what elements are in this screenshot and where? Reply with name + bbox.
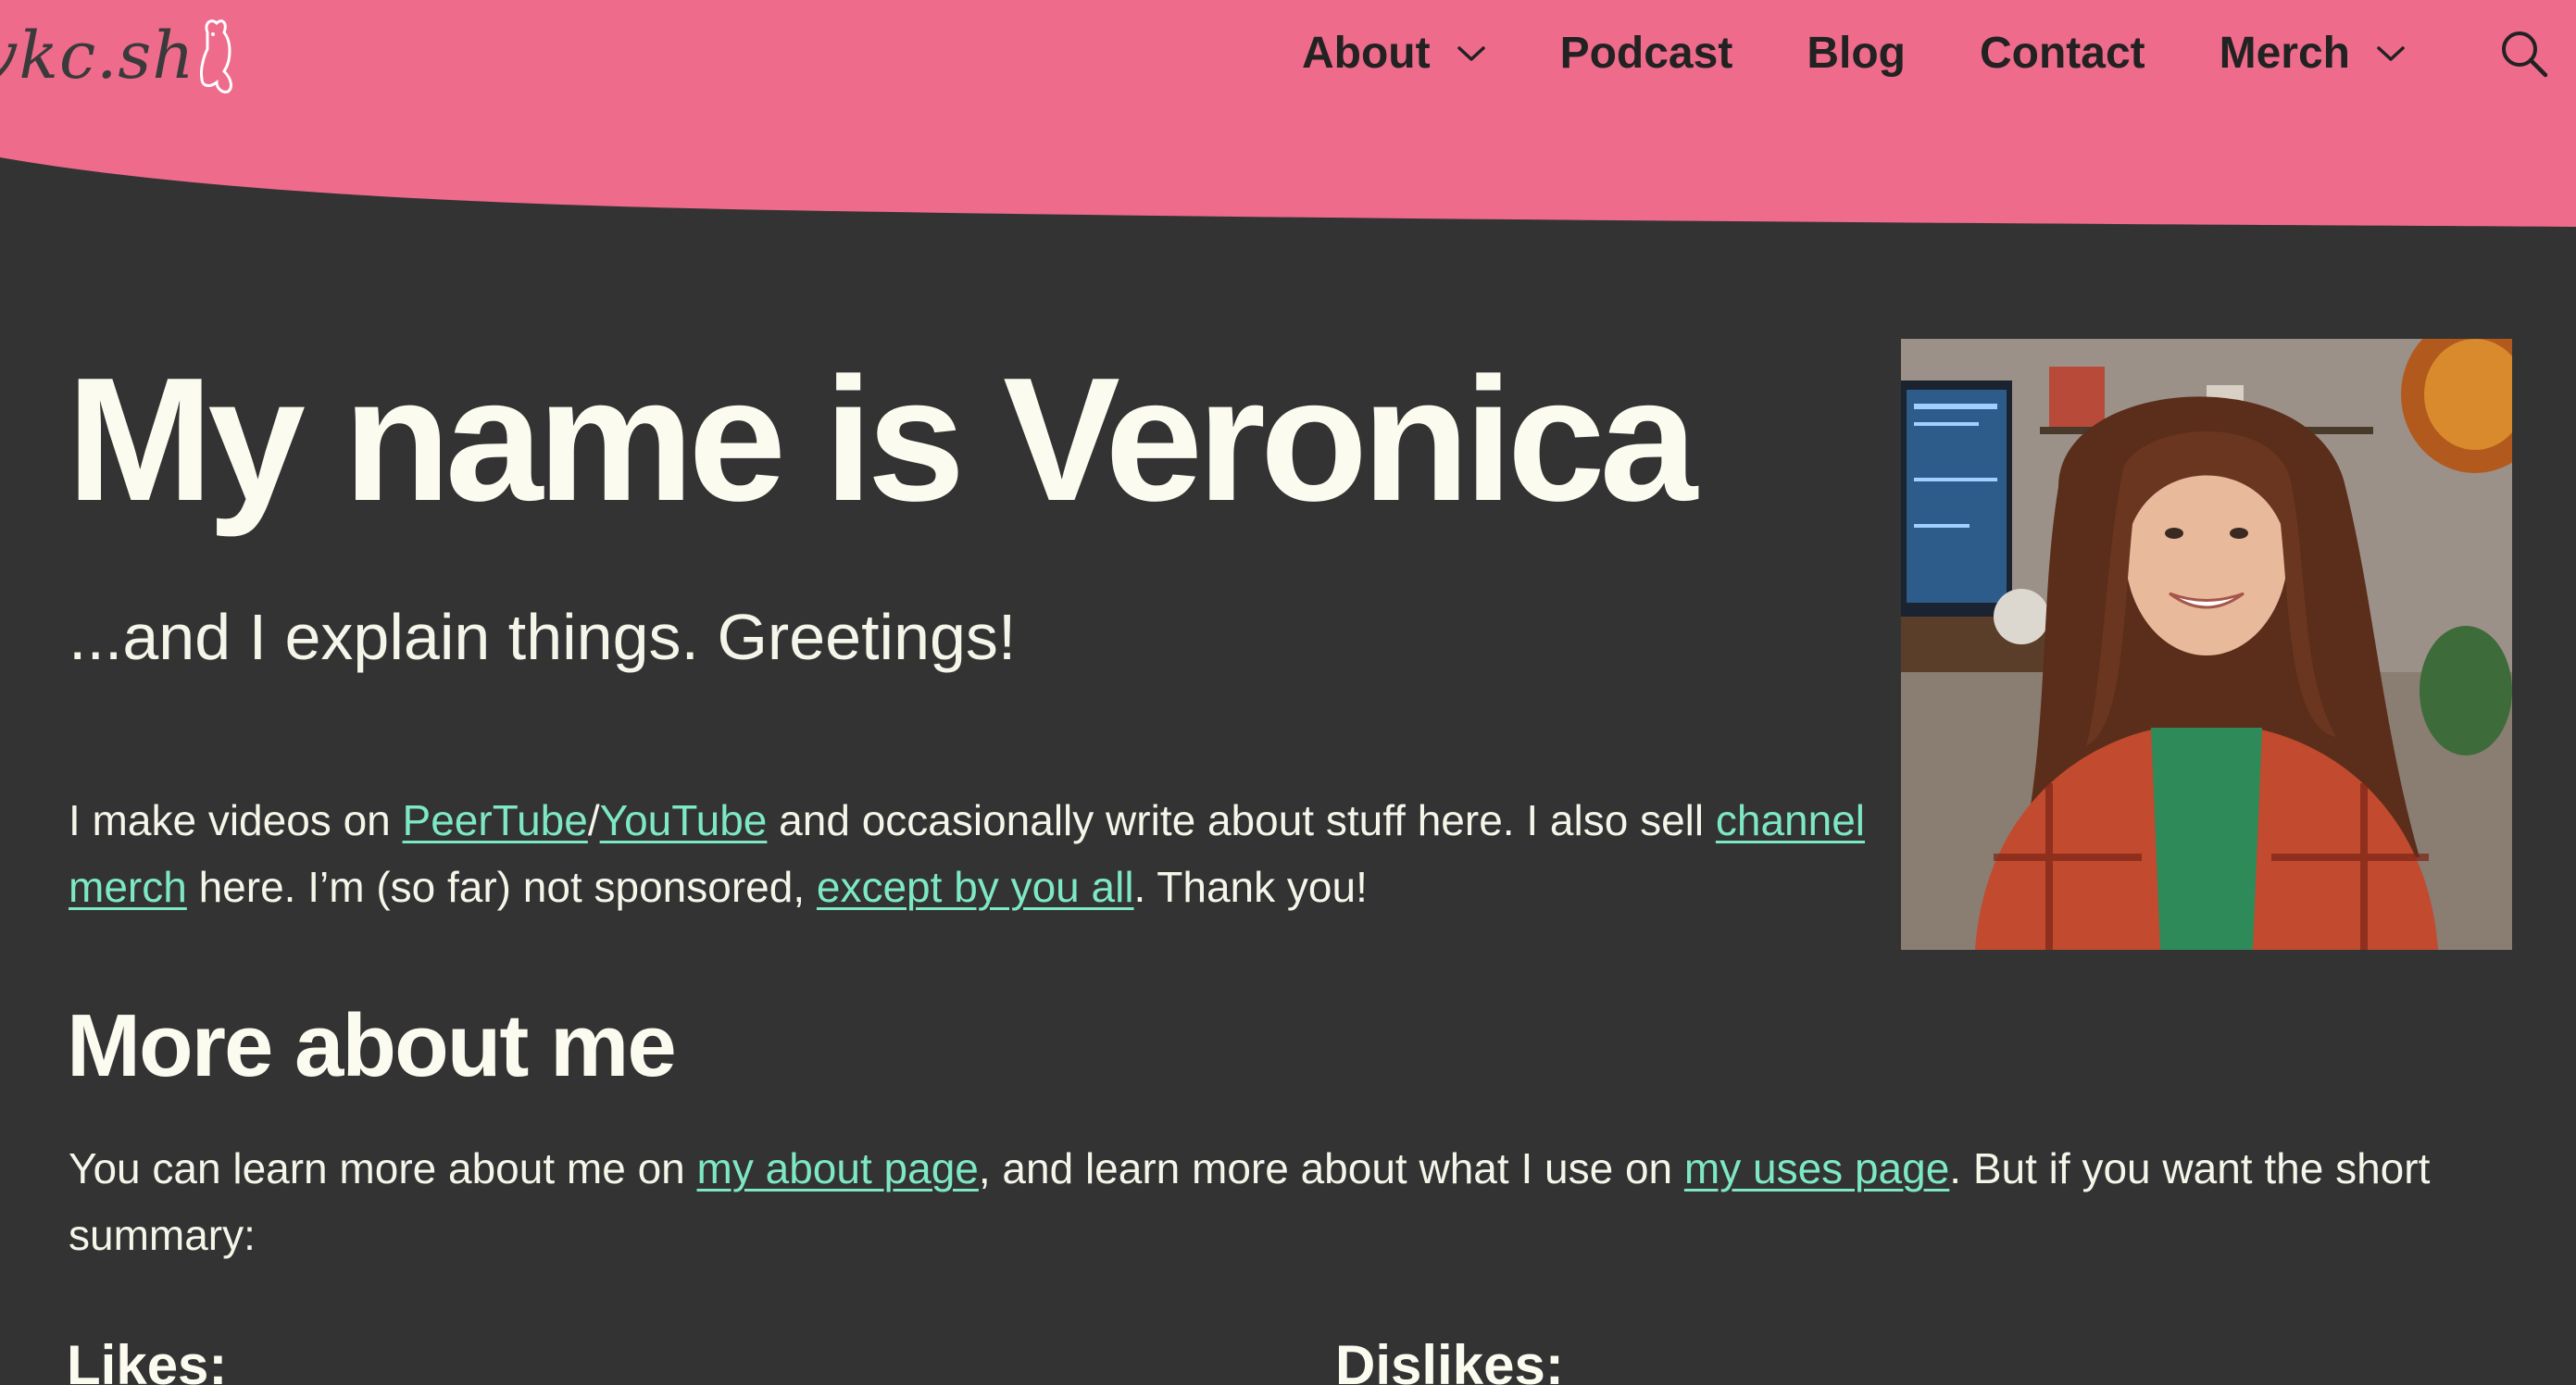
more-text: You can learn more about me on (69, 1144, 697, 1192)
nav-merch-label: Merch (2219, 29, 2350, 78)
site-logo[interactable]: vkc.sh (0, 9, 246, 102)
dislikes-heading: Dislikes: (1335, 1334, 1564, 1385)
cat-logo-icon (200, 19, 233, 94)
about-page-link[interactable]: my about page (697, 1144, 979, 1192)
nav-about-label: About (1301, 29, 1431, 78)
intro-slash: / (587, 796, 600, 844)
main-nav: About Podcast Blog Contact Merch (1228, 0, 2576, 106)
youtube-link[interactable]: YouTube (600, 796, 768, 844)
nav-podcast[interactable]: Podcast (1560, 28, 1733, 79)
likes-heading: Likes: (67, 1334, 228, 1385)
page-title: My name is Veronica (67, 342, 1697, 538)
nav-blog[interactable]: Blog (1807, 28, 1906, 79)
intro-text: here. I’m (so far) not sponsored, (186, 863, 817, 911)
nav-about[interactable]: About (1302, 28, 1486, 79)
support-link[interactable]: except by you all (817, 863, 1134, 911)
search-button[interactable] (2498, 28, 2550, 80)
nav-merch[interactable]: Merch (2220, 28, 2406, 79)
intro-text: I make videos on (69, 796, 403, 844)
search-icon (2502, 31, 2548, 77)
peertube-link[interactable]: PeerTube (403, 796, 588, 844)
intro-paragraph: I make videos on PeerTube/YouTube and oc… (69, 787, 1874, 920)
more-about-heading: More about me (67, 996, 677, 1095)
more-about-paragraph: You can learn more about me on my about … (69, 1135, 2513, 1268)
chevron-down-icon[interactable] (2376, 44, 2406, 63)
nav-contact[interactable]: Contact (1980, 28, 2145, 79)
chevron-down-icon[interactable] (1457, 44, 1486, 63)
page: vkc.sh About Podcast Blog Contact Merch (0, 0, 2576, 1385)
nav-blog-label: Blog (1807, 29, 1906, 78)
uses-page-link[interactable]: my uses page (1684, 1144, 1949, 1192)
logo-text: vkc.sh (0, 18, 195, 94)
page-subtitle: ...and I explain things. Greetings! (69, 601, 1017, 673)
profile-photo (1901, 339, 2512, 950)
more-text: , and learn more about what I use on (978, 1144, 1684, 1192)
intro-text: . Thank you! (1133, 863, 1368, 911)
nav-podcast-label: Podcast (1559, 29, 1733, 78)
intro-text: and occasionally write about stuff here.… (767, 796, 1716, 844)
nav-contact-label: Contact (1979, 29, 2145, 78)
